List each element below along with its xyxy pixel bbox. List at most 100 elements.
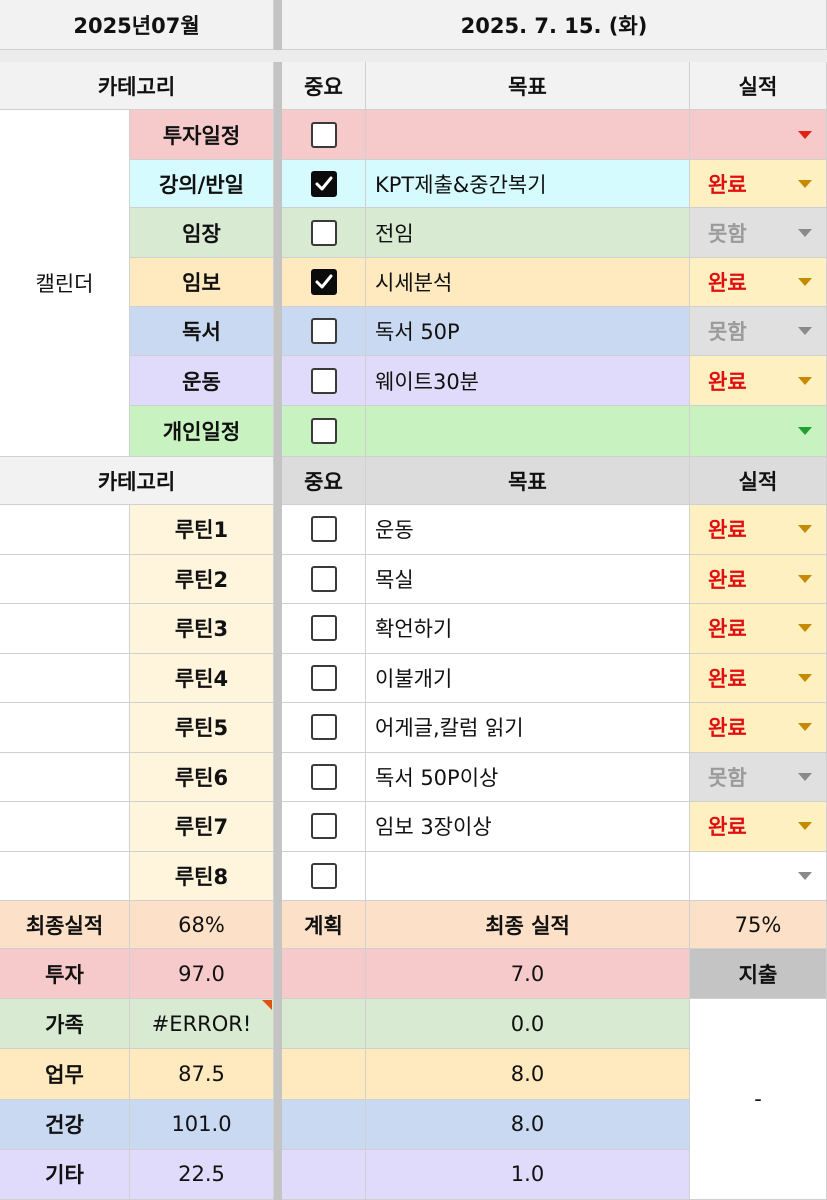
- dropdown-arrow-icon[interactable]: [798, 822, 812, 831]
- result-dropdown[interactable]: 완료: [690, 356, 827, 406]
- result-dropdown[interactable]: 완료: [690, 160, 827, 208]
- result-dropdown[interactable]: 완료: [690, 505, 827, 555]
- summary-plan[interactable]: [282, 949, 366, 1000]
- result-value: 완료: [708, 518, 747, 543]
- checkbox-unchecked[interactable]: [310, 615, 337, 642]
- goal-cell[interactable]: KPT제출&중간복기: [366, 160, 690, 208]
- dropdown-arrow-icon[interactable]: [798, 130, 812, 139]
- important-cell[interactable]: [282, 554, 366, 604]
- result-dropdown[interactable]: 완료: [690, 653, 827, 703]
- checkbox-unchecked[interactable]: [310, 664, 337, 691]
- final-result-value[interactable]: 68%: [130, 901, 274, 949]
- summary-label: 기타: [0, 1149, 130, 1200]
- important-cell[interactable]: [282, 208, 366, 258]
- checkbox-unchecked[interactable]: [310, 367, 337, 394]
- summary-value[interactable]: #ERROR!: [130, 999, 274, 1050]
- important-cell[interactable]: [282, 307, 366, 356]
- goal-cell[interactable]: 임보 3장이상: [366, 802, 690, 852]
- checkbox-unchecked[interactable]: [310, 516, 337, 543]
- important-cell[interactable]: [282, 505, 366, 555]
- result-dropdown[interactable]: 못함: [690, 307, 827, 356]
- result-dropdown[interactable]: 완료: [690, 703, 827, 753]
- important-cell[interactable]: [282, 258, 366, 307]
- important-cell[interactable]: [282, 160, 366, 208]
- final-result-sum-value[interactable]: 75%: [690, 901, 827, 949]
- checkbox-checked[interactable]: [310, 269, 337, 295]
- category-cell: 임보: [130, 258, 274, 307]
- result-dropdown[interactable]: 못함: [690, 752, 827, 802]
- expense-value[interactable]: -: [690, 999, 827, 1200]
- goal-cell[interactable]: [366, 406, 690, 457]
- checkbox-unchecked[interactable]: [310, 318, 337, 344]
- date-header[interactable]: 2025. 7. 15. (화): [282, 0, 827, 50]
- dropdown-arrow-icon[interactable]: [798, 376, 812, 385]
- result-dropdown[interactable]: 완료: [690, 802, 827, 852]
- checkbox-unchecked[interactable]: [310, 763, 337, 790]
- dropdown-arrow-icon[interactable]: [798, 574, 812, 583]
- dropdown-arrow-icon[interactable]: [798, 228, 812, 237]
- routine-spacer: [0, 554, 130, 604]
- summary-result[interactable]: 8.0: [366, 1049, 690, 1100]
- dropdown-arrow-icon[interactable]: [798, 673, 812, 682]
- important-cell[interactable]: [282, 703, 366, 753]
- expense-label: 지출: [690, 949, 827, 999]
- goal-cell[interactable]: 확언하기: [366, 604, 690, 654]
- summary-result[interactable]: 0.0: [366, 999, 690, 1050]
- dropdown-arrow-icon[interactable]: [798, 278, 812, 286]
- checkbox-unchecked[interactable]: [310, 418, 337, 444]
- result-dropdown[interactable]: [690, 110, 827, 160]
- result-dropdown[interactable]: 못함: [690, 208, 827, 258]
- important-cell[interactable]: [282, 653, 366, 703]
- summary-result[interactable]: 8.0: [366, 1099, 690, 1150]
- result-dropdown[interactable]: 완료: [690, 258, 827, 307]
- summary-result[interactable]: 1.0: [366, 1149, 690, 1200]
- dropdown-arrow-icon[interactable]: [798, 525, 812, 534]
- goal-cell[interactable]: 웨이트30분: [366, 356, 690, 406]
- important-cell[interactable]: [282, 802, 366, 852]
- checkbox-unchecked[interactable]: [310, 813, 337, 840]
- checkbox-unchecked[interactable]: [310, 121, 337, 148]
- goal-cell[interactable]: 독서 50P: [366, 307, 690, 356]
- summary-value[interactable]: 101.0: [130, 1099, 274, 1150]
- goal-cell[interactable]: 어게글,칼럼 읽기: [366, 703, 690, 753]
- summary-value[interactable]: 87.5: [130, 1049, 274, 1100]
- checkbox-unchecked[interactable]: [310, 565, 337, 592]
- goal-cell[interactable]: 운동: [366, 505, 690, 555]
- goal-cell[interactable]: 시세분석: [366, 258, 690, 307]
- important-cell[interactable]: [282, 752, 366, 802]
- result-dropdown[interactable]: 완료: [690, 554, 827, 604]
- goal-cell[interactable]: 독서 50P이상: [366, 752, 690, 802]
- important-cell[interactable]: [282, 604, 366, 654]
- checkbox-unchecked[interactable]: [310, 219, 337, 246]
- important-cell[interactable]: [282, 851, 366, 901]
- result-dropdown[interactable]: [690, 851, 827, 901]
- important-cell[interactable]: [282, 110, 366, 160]
- goal-cell[interactable]: 이불개기: [366, 653, 690, 703]
- summary-plan[interactable]: [282, 1099, 366, 1150]
- summary-value[interactable]: 97.0: [130, 949, 274, 1000]
- goal-cell[interactable]: 전임: [366, 208, 690, 258]
- important-cell[interactable]: [282, 406, 366, 457]
- dropdown-arrow-icon[interactable]: [798, 772, 812, 781]
- result-dropdown[interactable]: 완료: [690, 604, 827, 654]
- checkbox-unchecked[interactable]: [310, 714, 337, 741]
- goal-cell[interactable]: 목실: [366, 554, 690, 604]
- checkbox-unchecked[interactable]: [310, 862, 337, 889]
- summary-plan[interactable]: [282, 1149, 366, 1200]
- dropdown-arrow-icon[interactable]: [798, 427, 812, 435]
- dropdown-arrow-icon[interactable]: [798, 327, 812, 335]
- summary-result[interactable]: 7.0: [366, 949, 690, 1000]
- goal-cell[interactable]: [366, 851, 690, 901]
- result-dropdown[interactable]: [690, 406, 827, 457]
- month-header[interactable]: 2025년07월: [0, 0, 274, 50]
- summary-plan[interactable]: [282, 999, 366, 1050]
- dropdown-arrow-icon[interactable]: [798, 179, 812, 188]
- goal-cell[interactable]: [366, 110, 690, 160]
- summary-plan[interactable]: [282, 1049, 366, 1100]
- important-cell[interactable]: [282, 356, 366, 406]
- dropdown-arrow-icon[interactable]: [798, 723, 812, 732]
- summary-value[interactable]: 22.5: [130, 1149, 274, 1200]
- checkbox-checked[interactable]: [310, 170, 337, 197]
- dropdown-arrow-icon[interactable]: [798, 624, 812, 633]
- dropdown-arrow-icon[interactable]: [798, 871, 812, 880]
